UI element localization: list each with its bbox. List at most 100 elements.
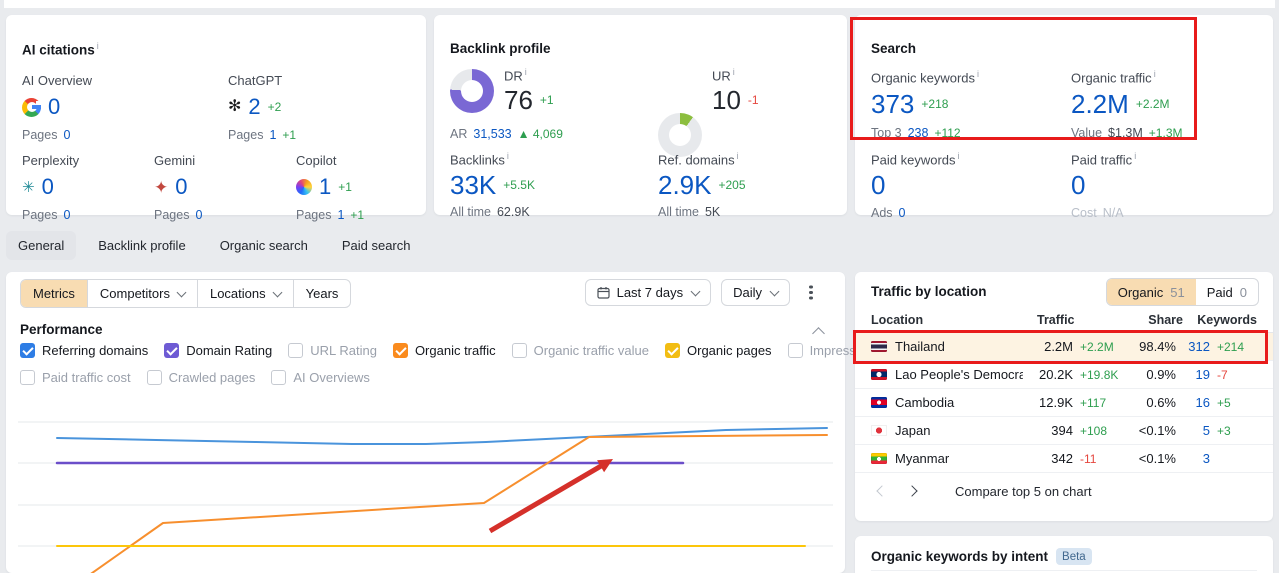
performance-line-chart[interactable] bbox=[6, 400, 845, 573]
stat-ai-overview: AI Overview 0 Pages 0 bbox=[22, 73, 93, 142]
organic-paid-toggle: Organic 51 Paid 0 bbox=[1105, 278, 1259, 306]
checkbox-checked[interactable] bbox=[164, 343, 180, 358]
info-icon: i bbox=[506, 151, 509, 161]
search-title: Search bbox=[871, 41, 917, 56]
triangle-up-icon: ▲ bbox=[517, 127, 530, 141]
keywords-by-intent-card: Organic keywords by intent Beta bbox=[855, 536, 1273, 573]
granularity-button[interactable]: Daily bbox=[721, 279, 790, 306]
metric-paid-traffic-cost[interactable]: Paid traffic cost bbox=[20, 370, 131, 385]
performance-card: Metrics Competitors Locations Years Last… bbox=[6, 272, 979, 573]
tab-backlink-profile[interactable]: Backlink profile bbox=[86, 231, 197, 260]
paid-toggle[interactable]: Paid 0 bbox=[1196, 279, 1258, 305]
info-icon: i bbox=[732, 67, 735, 77]
locations-segment[interactable]: Locations bbox=[196, 280, 293, 307]
ahrefs-overview-dashboard: AI citations i AI Overview 0 Pages 0 Chat… bbox=[0, 0, 1279, 573]
chart-toolbar-right: Last 7 days Daily bbox=[584, 279, 822, 306]
tab-paid-search[interactable]: Paid search bbox=[330, 231, 423, 260]
checkbox-unchecked[interactable] bbox=[787, 343, 803, 358]
top-strip bbox=[4, 0, 1275, 8]
next-page-button[interactable] bbox=[901, 480, 923, 502]
stat-chatgpt: ChatGPT ✻ 2 +2 Pages 1 +1 bbox=[228, 73, 297, 142]
metric-ai-overviews[interactable]: AI Overviews bbox=[271, 370, 370, 385]
traffic-pagination: Compare top 5 on chart bbox=[871, 480, 1092, 502]
tab-organic-search[interactable]: Organic search bbox=[208, 231, 320, 260]
stat-perplexity: Perplexity ✳ 0 Pages 0 bbox=[22, 153, 80, 222]
info-icon: i bbox=[1153, 69, 1156, 79]
keywords-by-intent-header: Organic keywords by intent Beta bbox=[871, 548, 1092, 565]
years-segment[interactable]: Years bbox=[292, 280, 351, 307]
ai-citations-title: AI citations i bbox=[22, 41, 99, 58]
checkbox-checked[interactable] bbox=[665, 343, 680, 358]
checkbox-unchecked[interactable] bbox=[20, 370, 35, 385]
metric-url-rating[interactable]: URL Rating bbox=[288, 343, 377, 358]
chevron-down-icon bbox=[176, 287, 187, 298]
ai-citations-card: AI citations i AI Overview 0 Pages 0 Chat… bbox=[6, 15, 426, 222]
stat-organic-keywords: Organic keywords i 373 +218 Top 3 238 +11… bbox=[871, 69, 980, 141]
copilot-icon bbox=[296, 179, 312, 195]
chevron-down-icon bbox=[690, 286, 701, 297]
dr-donut-chart bbox=[450, 69, 494, 113]
stat-organic-traffic: Organic traffic i 2.2M +2.2M Value $1.3M … bbox=[1071, 69, 1183, 141]
more-options-button[interactable] bbox=[800, 282, 822, 304]
metric-organic-pages[interactable]: Organic pages bbox=[665, 343, 772, 358]
chevron-down-icon bbox=[769, 286, 780, 297]
stat-value: 0 bbox=[48, 94, 61, 119]
info-icon: i bbox=[1134, 151, 1137, 161]
stat-paid-keywords: Paid keywords i 0 Ads 0 bbox=[871, 151, 960, 221]
competitors-segment[interactable]: Competitors bbox=[86, 280, 197, 307]
collapse-section-button[interactable] bbox=[812, 326, 825, 341]
chevron-right-icon bbox=[906, 485, 918, 497]
chatgpt-icon: ✻ bbox=[228, 98, 242, 115]
table-row-japan[interactable]: Japan 394 +108 <0.1% 5 +3 bbox=[855, 417, 1273, 445]
table-row-laos[interactable]: Lao People's Democratic Reput 20.2K +19.… bbox=[855, 361, 1273, 389]
metric-organic-traffic[interactable]: Organic traffic bbox=[392, 343, 496, 358]
section-tabs: General Backlink profile Organic search … bbox=[6, 231, 423, 260]
calendar-icon bbox=[596, 287, 610, 299]
checkbox-unchecked[interactable] bbox=[511, 343, 527, 358]
cambodia-flag-icon bbox=[871, 397, 887, 408]
checkbox-unchecked[interactable] bbox=[146, 370, 162, 385]
checkbox-unchecked[interactable] bbox=[288, 343, 304, 358]
backlink-profile-card: Backlink profile DR i 76 +1 AR 31,533 ▲ 4… bbox=[434, 15, 847, 219]
kebab-menu-icon bbox=[809, 290, 813, 295]
compare-top5-link[interactable]: Compare top 5 on chart bbox=[955, 484, 1092, 499]
organic-toggle[interactable]: Organic 51 bbox=[1106, 279, 1196, 305]
tab-general[interactable]: General bbox=[6, 231, 77, 260]
checkbox-checked[interactable] bbox=[392, 343, 408, 358]
chevron-left-icon bbox=[876, 485, 888, 497]
stat-ur: UR i 10 -1 bbox=[712, 67, 759, 116]
perplexity-icon: ✳ bbox=[22, 178, 35, 196]
chevron-down-icon bbox=[272, 287, 283, 298]
laos-flag-icon bbox=[871, 369, 887, 380]
myanmar-flag-icon bbox=[871, 453, 887, 464]
beta-badge: Beta bbox=[1056, 548, 1092, 565]
stat-backlinks: Backlinks i 33K +5.5K All time 62.9K bbox=[450, 151, 535, 220]
metric-referring-domains[interactable]: Referring domains bbox=[20, 343, 148, 358]
info-icon: i bbox=[96, 41, 99, 51]
performance-heading: Performance bbox=[20, 322, 103, 337]
table-row-thailand[interactable]: Thailand 2.2M +2.2M 98.4% 312 +214 bbox=[855, 333, 1273, 361]
info-icon: i bbox=[524, 67, 527, 77]
metric-crawled-pages[interactable]: Crawled pages bbox=[146, 370, 255, 385]
traffic-by-location-title: Traffic by location bbox=[871, 284, 987, 299]
traffic-by-location-card: Traffic by location Organic 51 Paid 0 Loca… bbox=[855, 272, 1273, 521]
table-row-myanmar[interactable]: Myanmar 342 -11 <0.1% 3 bbox=[855, 445, 1273, 473]
stat-copilot: Copilot 1 +1 Pages 1 +1 bbox=[296, 153, 365, 222]
metric-checkbox-row-2: Paid traffic cost Crawled pages AI Overv… bbox=[20, 370, 370, 385]
divider bbox=[871, 570, 1257, 571]
stat-gemini: Gemini ✦ 0 Pages 0 bbox=[154, 153, 203, 222]
metric-domain-rating[interactable]: Domain Rating bbox=[164, 343, 272, 358]
thailand-flag-icon bbox=[871, 341, 887, 352]
table-row-cambodia[interactable]: Cambodia 12.9K +117 0.6% 16 +5 bbox=[855, 389, 1273, 417]
date-range-button[interactable]: Last 7 days bbox=[584, 279, 712, 306]
stat-dr: DR i 76 +1 bbox=[504, 67, 554, 116]
checkbox-checked[interactable] bbox=[20, 343, 35, 358]
info-icon: i bbox=[736, 151, 739, 161]
metric-organic-traffic-value[interactable]: Organic traffic value bbox=[511, 343, 649, 358]
gemini-icon: ✦ bbox=[154, 177, 169, 197]
metric-checkbox-row-1: Referring domains Domain Rating URL Rati… bbox=[20, 343, 979, 358]
checkbox-unchecked[interactable] bbox=[271, 370, 287, 385]
prev-page-button[interactable] bbox=[871, 480, 893, 502]
traffic-table-body: Thailand 2.2M +2.2M 98.4% 312 +214 Lao P… bbox=[855, 333, 1273, 473]
metrics-segment[interactable]: Metrics bbox=[21, 280, 87, 307]
